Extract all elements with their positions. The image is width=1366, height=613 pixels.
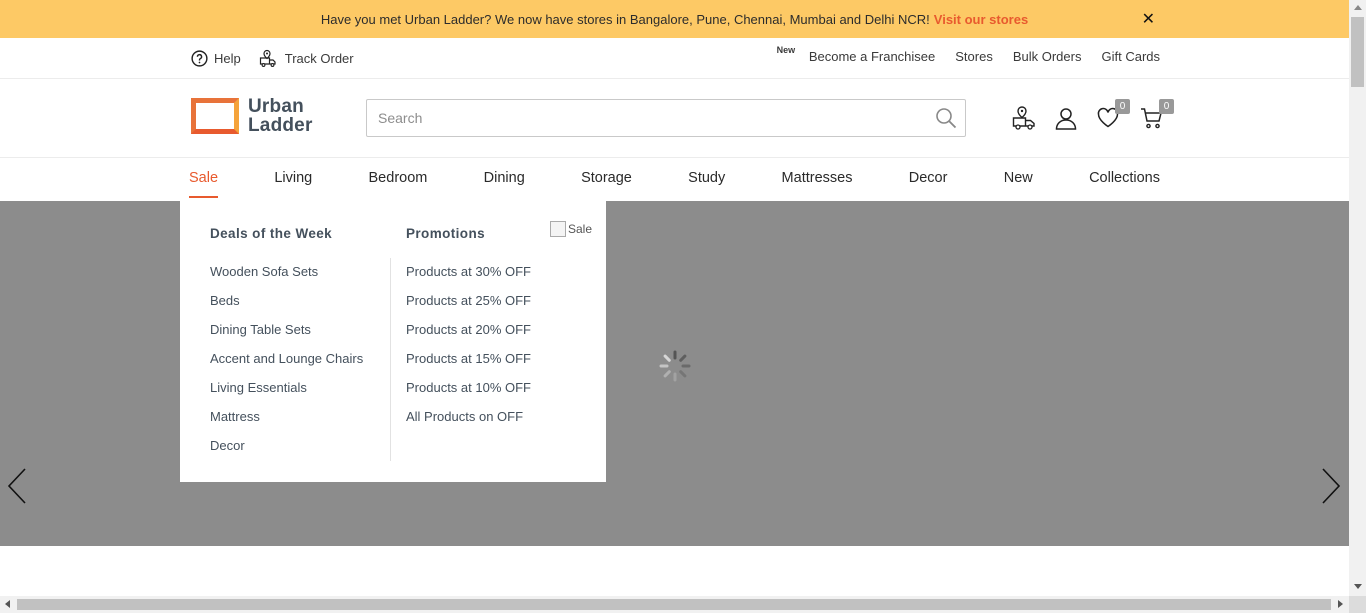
help-link[interactable]: Help (191, 49, 241, 67)
become-franchisee-link[interactable]: New Become a Franchisee (767, 45, 936, 64)
list-item[interactable]: Accent and Lounge Chairs (210, 351, 363, 380)
track-order-icon (259, 49, 276, 67)
gift-cards-link[interactable]: Gift Cards (1101, 49, 1160, 64)
profile-button[interactable] (1054, 106, 1078, 135)
broken-image-icon (550, 221, 566, 237)
utility-bar: Help Track Order New Become a Franchisee… (0, 38, 1349, 79)
promotions-list: Products at 30% OFF Products at 25% OFF … (406, 264, 531, 438)
promotions-title: Promotions (406, 226, 486, 241)
list-item[interactable]: Products at 10% OFF (406, 380, 531, 409)
nav-item-storage[interactable]: Storage (581, 170, 632, 186)
main-nav: Sale Living Bedroom Dining Storage Study… (0, 158, 1349, 201)
nav-item-living[interactable]: Living (274, 170, 312, 186)
header-icons: 0 0 (1012, 99, 1178, 136)
list-item[interactable]: Products at 15% OFF (406, 351, 531, 380)
nav-item-decor[interactable]: Decor (909, 170, 948, 186)
header: Urban Ladder 0 0 (0, 79, 1349, 158)
scroll-left-icon[interactable] (5, 600, 10, 608)
track-order-label: Track Order (284, 50, 354, 66)
list-item[interactable]: Products at 25% OFF (406, 293, 531, 322)
track-order-link[interactable]: Track Order (259, 48, 354, 68)
list-item[interactable]: All Products on OFF (406, 409, 531, 438)
carousel-prev-icon[interactable] (6, 466, 28, 506)
nav-item-sale[interactable]: Sale (189, 170, 219, 198)
nav-item-bedroom[interactable]: Bedroom (369, 170, 428, 186)
nav-item-mattresses[interactable]: Mattresses (782, 170, 853, 186)
cart-count-badge: 0 (1159, 99, 1174, 114)
close-icon[interactable]: ✕ (1142, 9, 1155, 29)
loading-spinner-icon (659, 350, 691, 382)
list-item[interactable]: Dining Table Sets (210, 322, 363, 351)
logo-wordmark: Urban Ladder (248, 97, 313, 135)
search-box (366, 99, 966, 137)
sale-promo-image[interactable]: Sale (550, 221, 592, 237)
logo-line-2: Ladder (248, 115, 313, 136)
horizontal-scrollbar[interactable] (0, 596, 1349, 613)
deals-of-the-week-title: Deals of the Week (210, 226, 333, 241)
deals-list: Wooden Sofa Sets Beds Dining Table Sets … (210, 264, 363, 467)
new-badge: New (776, 45, 796, 55)
bulk-orders-link[interactable]: Bulk Orders (1013, 49, 1082, 64)
list-item[interactable]: Beds (210, 293, 363, 322)
wishlist-button[interactable]: 0 (1096, 99, 1130, 135)
column-divider (390, 258, 391, 461)
list-item[interactable]: Products at 20% OFF (406, 322, 531, 351)
vertical-scrollbar[interactable] (1349, 0, 1366, 613)
help-icon (191, 49, 208, 67)
announcement-bar: Have you met Urban Ladder? We now have s… (0, 0, 1349, 38)
stores-link[interactable]: Stores (955, 49, 993, 64)
nav-item-dining[interactable]: Dining (484, 170, 525, 186)
scroll-up-icon[interactable] (1354, 5, 1362, 10)
wishlist-count-badge: 0 (1115, 99, 1130, 114)
horizontal-scroll-thumb[interactable] (17, 599, 1331, 610)
list-item[interactable]: Decor (210, 438, 363, 467)
search-input[interactable] (367, 100, 927, 136)
visit-stores-link[interactable]: Visit our stores (934, 12, 1028, 27)
scrollbar-corner (1349, 596, 1366, 613)
announcement-text: Have you met Urban Ladder? We now have s… (320, 11, 930, 27)
search-icon[interactable] (935, 107, 957, 129)
sale-image-alt-text: Sale (568, 222, 593, 236)
nav-item-study[interactable]: Study (688, 170, 725, 186)
nav-item-collections[interactable]: Collections (1089, 170, 1160, 186)
list-item[interactable]: Wooden Sofa Sets (210, 264, 363, 293)
logo[interactable]: Urban Ladder (191, 97, 313, 135)
carousel-next-icon[interactable] (1320, 466, 1342, 506)
page: Have you met Urban Ladder? We now have s… (0, 0, 1366, 613)
logo-mark (191, 98, 239, 134)
delivery-truck-icon (1012, 106, 1035, 130)
nav-item-new[interactable]: New (1004, 170, 1033, 186)
logo-line-1: Urban (248, 96, 304, 117)
scroll-down-icon[interactable] (1354, 584, 1362, 589)
become-franchisee-label: Become a Franchisee (808, 49, 936, 64)
list-item[interactable]: Products at 30% OFF (406, 264, 531, 293)
track-order-button[interactable] (1012, 105, 1038, 136)
user-icon (1055, 108, 1077, 130)
help-label: Help (214, 50, 241, 66)
list-item[interactable]: Living Essentials (210, 380, 363, 409)
scroll-right-icon[interactable] (1338, 600, 1343, 608)
sale-dropdown-menu: Deals of the Week Wooden Sofa Sets Beds … (180, 201, 606, 482)
cart-button[interactable]: 0 (1140, 99, 1174, 135)
list-item[interactable]: Mattress (210, 409, 363, 438)
vertical-scroll-thumb[interactable] (1351, 17, 1364, 87)
